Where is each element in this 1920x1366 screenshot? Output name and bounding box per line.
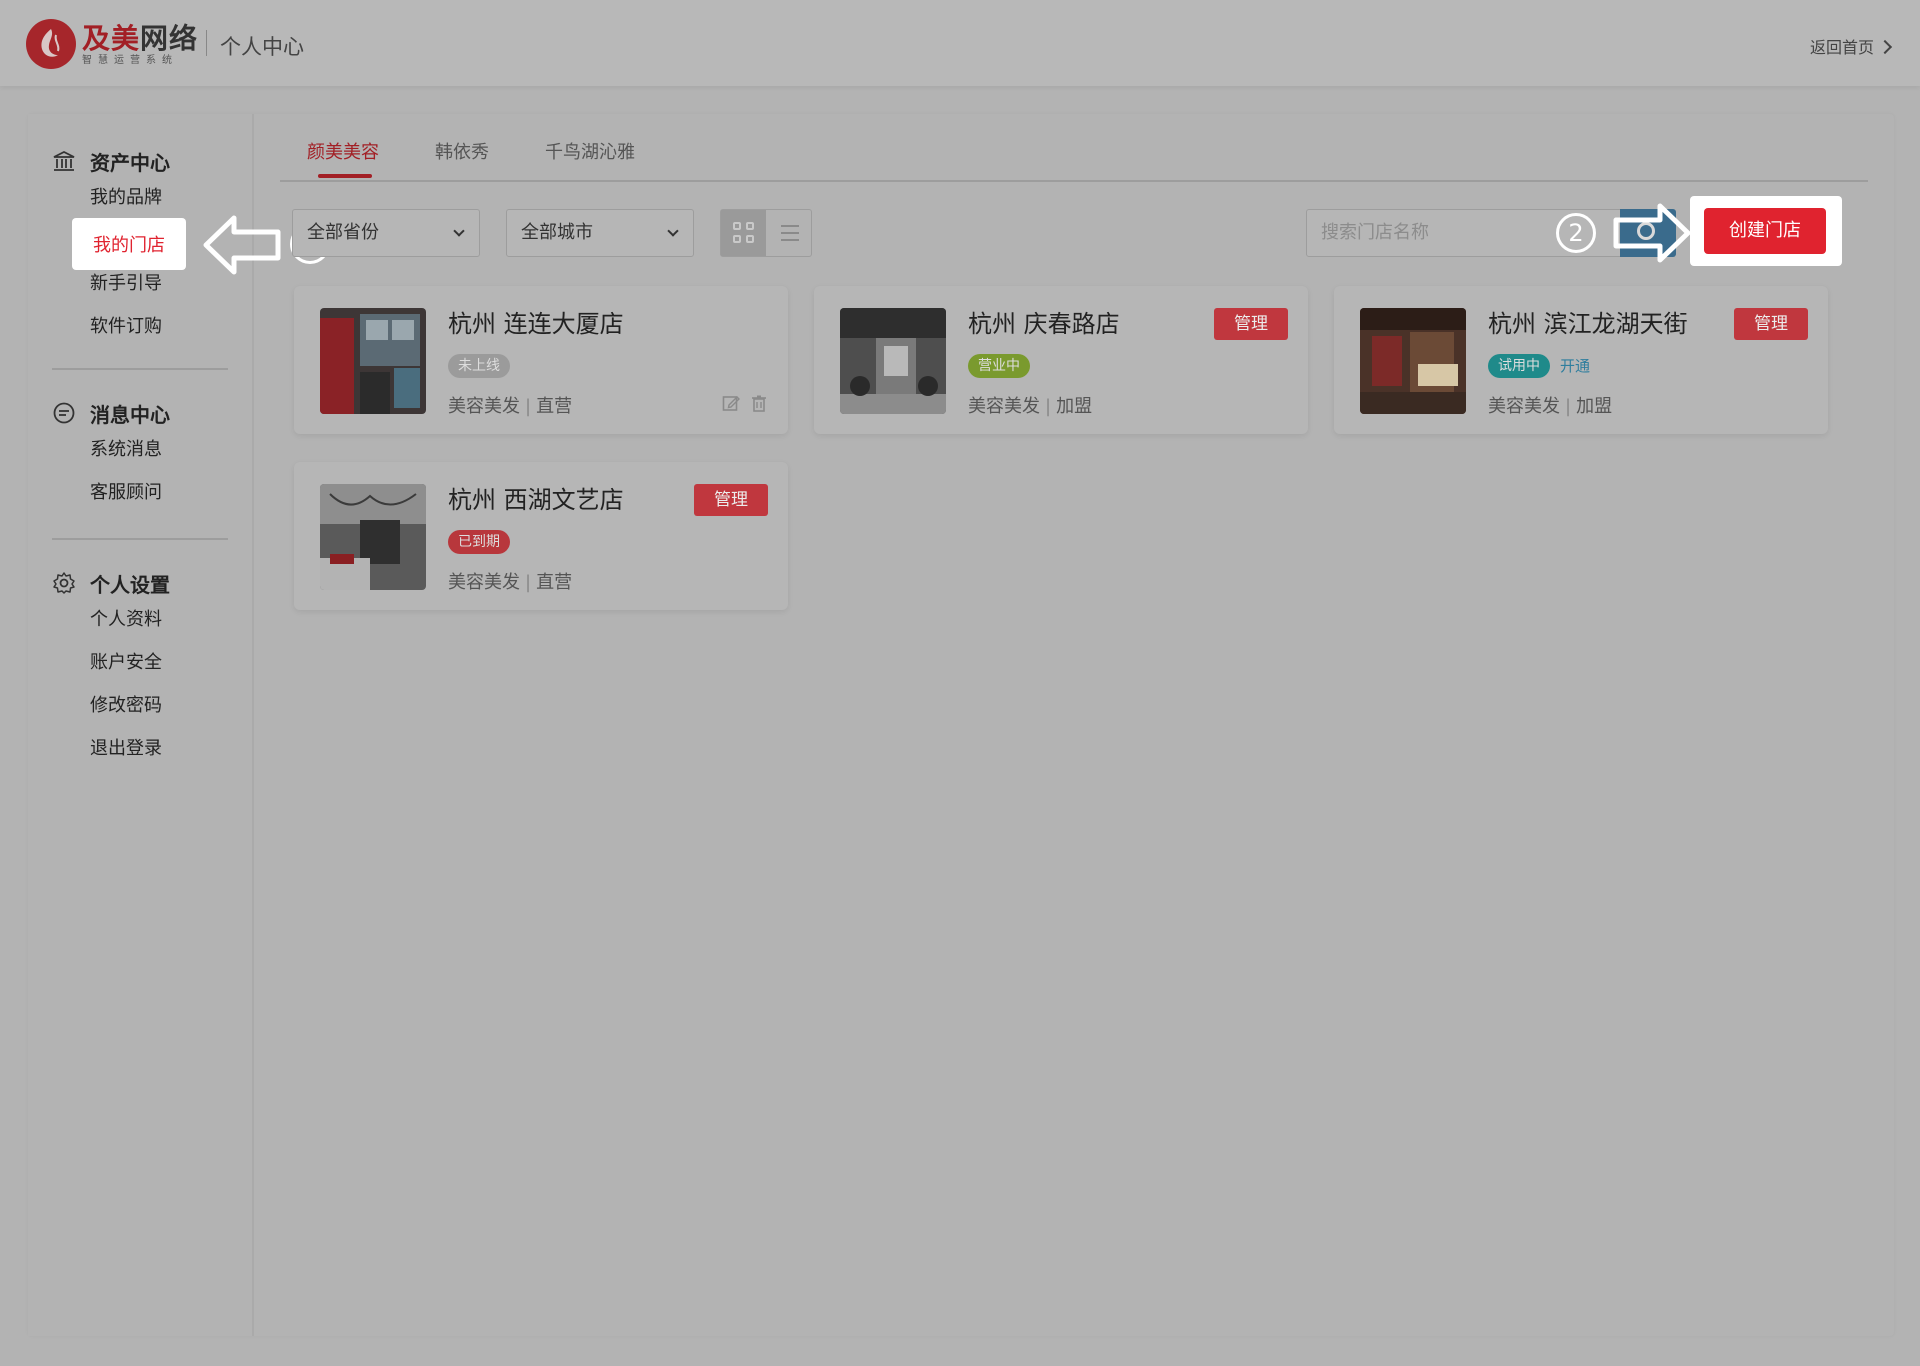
pointer-arrow-left-icon [203,215,281,275]
page-title: 个人中心 [220,35,304,59]
store-meta: 美容美发 | 直营 [448,396,573,417]
grid-view-icon [733,222,741,230]
manage-button[interactable]: 管理 [1214,308,1288,340]
status-badge: 试用中 [1488,354,1550,378]
brand-logo-icon [26,19,76,69]
step-marker-2: 2 [1556,213,1596,253]
view-toggle [720,209,812,257]
header-divider [206,30,207,56]
store-photo [320,484,426,590]
create-store-highlight: 创建门店 [1690,196,1842,266]
status-badge: 营业中 [968,354,1030,378]
sidebar-item-change-password[interactable]: 修改密码 [90,684,170,727]
store-photo [840,308,946,414]
store-card[interactable]: 杭州 庆春路店 营业中 美容美发 | 加盟 管理 [814,286,1308,434]
store-title: 杭州 西湖文艺店 [448,486,624,514]
sidebar: 资产中心 我的品牌 . 新手引导 软件订购 消息中心 系统消息 客服顾问 个人设… [28,114,254,1336]
status-badge: 未上线 [448,354,510,378]
create-store-button[interactable]: 创建门店 [1704,208,1826,254]
sidebar-item-purchase[interactable]: 软件订购 [90,305,170,348]
sidebar-item-customer-service[interactable]: 客服顾问 [90,471,170,514]
chevron-right-icon [1877,39,1893,54]
brand-subtitle: 智慧运营系统 [82,55,178,66]
grid-view-button[interactable] [721,210,766,256]
province-select[interactable]: 全部省份 [292,209,480,257]
sidebar-group-title: 资产中心 [90,150,170,175]
store-meta: 美容美发 | 加盟 [968,396,1093,417]
manage-button[interactable]: 管理 [694,484,768,516]
status-badge: 已到期 [448,530,510,554]
store-title: 杭州 滨江龙湖天街 [1488,310,1688,338]
delete-icon[interactable] [750,394,768,412]
chevron-down-icon [453,225,465,237]
sidebar-divider [52,368,228,370]
store-meta: 美容美发 | 直营 [448,572,573,593]
sidebar-item-account-security[interactable]: 账户安全 [90,641,170,684]
sidebar-item-profile[interactable]: 个人资料 [90,598,170,641]
store-card[interactable]: 杭州 滨江龙湖天街 试用中 开通 美容美发 | 加盟 管理 [1334,286,1828,434]
list-view-icon [781,225,799,227]
bank-icon [52,149,76,173]
sidebar-item-my-stores[interactable]: 我的门店 [72,218,186,270]
sidebar-group-settings: 个人设置 个人资料 账户安全 修改密码 退出登录 [52,568,170,770]
brand-tabs: 颜美美容 韩依秀 千鸟湖沁雅 [280,128,1868,182]
city-select[interactable]: 全部城市 [506,209,694,257]
store-card[interactable]: 杭州 连连大厦店 未上线 美容美发 | 直营 [294,286,788,434]
sidebar-item-logout[interactable]: 退出登录 [90,727,170,770]
sidebar-item-system-messages[interactable]: 系统消息 [90,428,170,471]
tab-qianniaohu[interactable]: 千鸟湖沁雅 [545,138,635,182]
pointer-arrow-right-icon [1613,203,1691,263]
gear-icon [52,571,76,595]
list-view-button[interactable] [766,210,811,256]
top-header: 及美网络 智慧运营系统 个人中心 返回首页 [0,0,1920,86]
store-photo [320,308,426,414]
back-home-label: 返回首页 [1809,38,1874,57]
province-select-value: 全部省份 [307,222,379,243]
edit-icon[interactable] [722,394,740,412]
message-icon [52,401,76,425]
store-title: 杭州 连连大厦店 [448,310,624,338]
store-photo [1360,308,1466,414]
store-card[interactable]: 杭州 西湖文艺店 已到期 美容美发 | 直营 管理 [294,462,788,610]
city-select-value: 全部城市 [521,222,593,243]
store-title: 杭州 庆春路店 [968,310,1120,338]
store-meta: 美容美发 | 加盟 [1488,396,1613,417]
sidebar-item-brand[interactable]: 我的品牌 [90,176,170,219]
sidebar-group-title: 个人设置 [90,572,170,597]
back-home-link[interactable]: 返回首页 [1809,34,1893,58]
open-link[interactable]: 开通 [1560,354,1590,378]
chevron-down-icon [667,225,679,237]
tab-hanyixiu[interactable]: 韩依秀 [435,138,489,182]
manage-button[interactable]: 管理 [1734,308,1808,340]
sidebar-group-title: 消息中心 [90,402,170,427]
sidebar-divider [52,538,228,540]
sidebar-group-messages: 消息中心 系统消息 客服顾问 [52,398,170,514]
active-tab-indicator [318,174,372,178]
